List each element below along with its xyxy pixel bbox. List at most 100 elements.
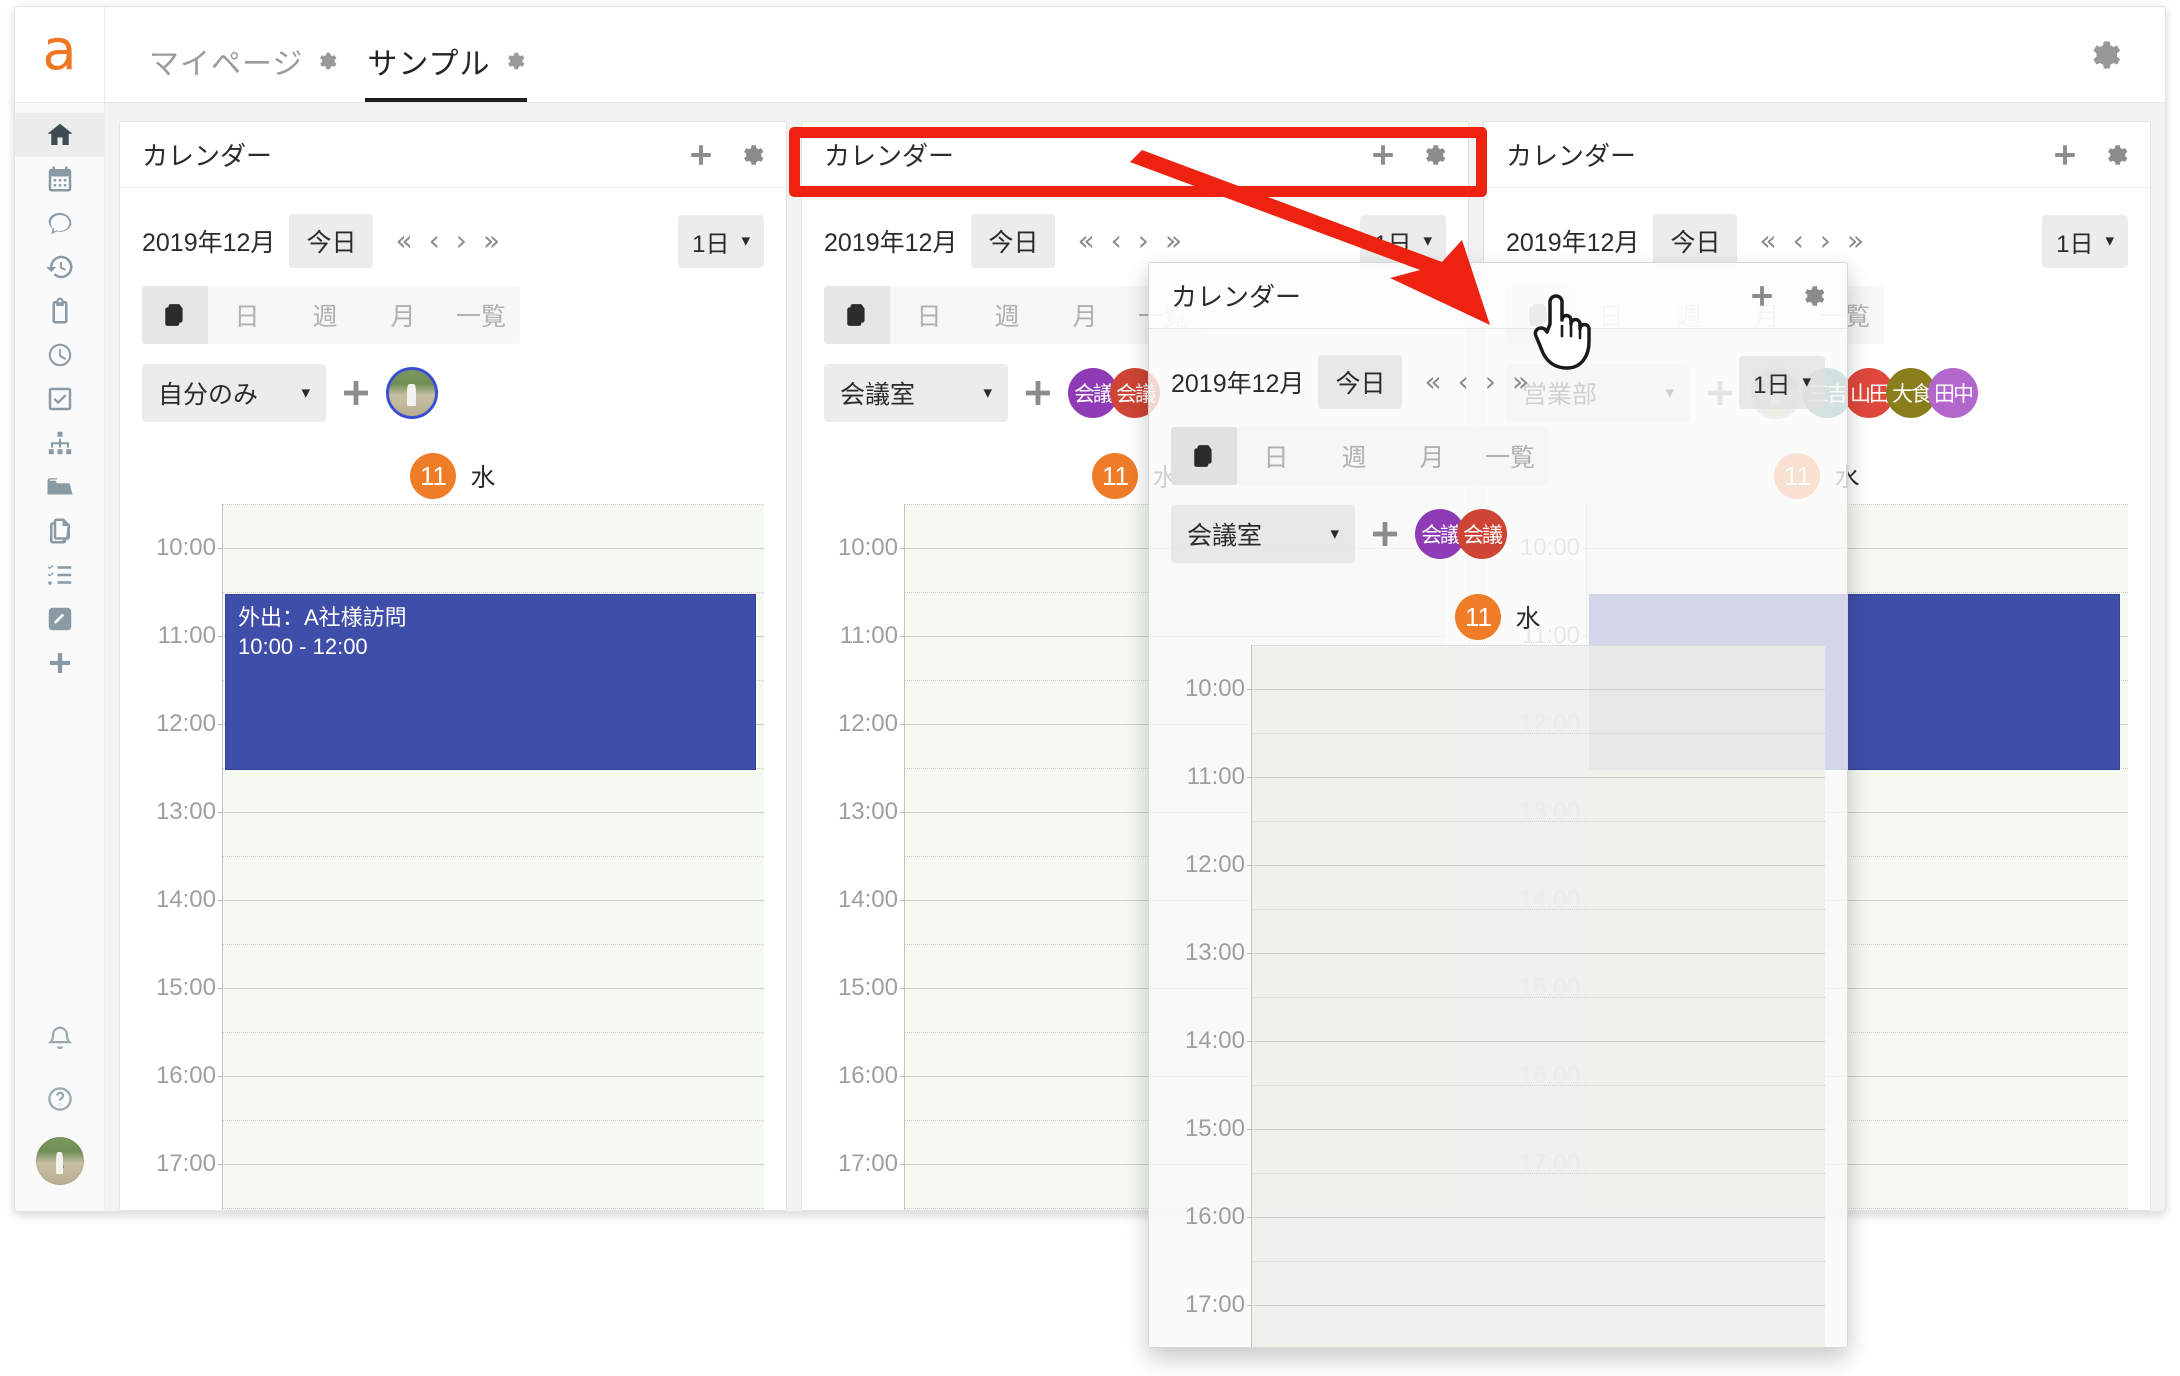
- panel-1-tab-list[interactable]: 一覧: [442, 286, 520, 344]
- panel-1-first-icon[interactable]: «: [395, 227, 412, 255]
- time-tick: 14:00: [155, 886, 229, 913]
- drag-panel-range-select[interactable]: 1日 ▾: [1739, 355, 1825, 409]
- sidebar-item-calendar[interactable]: [15, 157, 105, 201]
- panel-2-header[interactable]: カレンダー: [802, 122, 1468, 188]
- panel-3-add-icon[interactable]: [2052, 142, 2078, 168]
- half-hour-gridline: [1252, 645, 1825, 646]
- panel-3-today-button[interactable]: 今日: [1653, 214, 1738, 268]
- drag-panel-time-slots[interactable]: [1251, 645, 1825, 1347]
- panel-1-filter-select[interactable]: 自分のみ ▾: [142, 364, 326, 422]
- sidebar-item-edit[interactable]: [15, 597, 105, 641]
- half-hour-gridline: [1252, 821, 1825, 822]
- drag-panel-next-icon[interactable]: ›: [1485, 368, 1496, 396]
- panel-1-time-slots[interactable]: 外出：A社様訪問 10:00 - 12:00: [222, 504, 764, 1210]
- panel-2-first-icon[interactable]: «: [1077, 227, 1094, 255]
- panel-1-tab-day[interactable]: 日: [208, 286, 286, 344]
- drag-panel-tab-combined[interactable]: [1171, 427, 1237, 485]
- panel-3-last-icon[interactable]: »: [1847, 227, 1864, 255]
- panel-2-tab-month[interactable]: 月: [1046, 286, 1124, 344]
- tab-sample-gear-icon[interactable]: [503, 50, 525, 72]
- panel-1-today-button[interactable]: 今日: [289, 214, 374, 268]
- panel-2-filter-select[interactable]: 会議室 ▾: [824, 364, 1008, 422]
- panel-3-header[interactable]: カレンダー: [1484, 122, 2150, 188]
- panel-2-tab-combined[interactable]: [824, 286, 890, 344]
- half-hour-gridline: [1252, 909, 1825, 910]
- drag-panel-settings-gear-icon[interactable]: [1799, 283, 1825, 309]
- panel-1-range-select[interactable]: 1日 ▾: [678, 214, 764, 268]
- time-tick: 12:00: [155, 710, 229, 737]
- drag-panel-tab-week[interactable]: 週: [1315, 427, 1393, 485]
- calendar-icon: [48, 166, 71, 192]
- drag-panel-filter-select[interactable]: 会議室 ▾: [1171, 505, 1355, 563]
- panel-3-prev-icon[interactable]: ‹: [1793, 227, 1804, 255]
- drag-panel-add-icon[interactable]: [1749, 283, 1775, 309]
- panel-2-add-member-icon[interactable]: [1022, 377, 1054, 409]
- sidebar-item-documents[interactable]: [15, 509, 105, 553]
- panel-2-settings-gear-icon[interactable]: [1420, 142, 1446, 168]
- sidebar-user-avatar[interactable]: [35, 1137, 84, 1185]
- panel-2-tab-day[interactable]: 日: [890, 286, 968, 344]
- drag-panel-first-icon[interactable]: «: [1424, 368, 1441, 396]
- sidebar-item-add[interactable]: [15, 641, 105, 685]
- clipboard-icon: [52, 297, 67, 324]
- panel-2-today-button[interactable]: 今日: [971, 214, 1056, 268]
- panel-1-tab-week[interactable]: 週: [286, 286, 364, 344]
- panel-1-next-icon[interactable]: ›: [456, 227, 467, 255]
- panel-3-settings-gear-icon[interactable]: [2102, 142, 2128, 168]
- drag-panel-last-icon[interactable]: »: [1512, 368, 1529, 396]
- panel-1-tab-combined[interactable]: [142, 286, 208, 344]
- panel-2-add-icon[interactable]: [1370, 142, 1396, 168]
- panel-2-tab-week[interactable]: 週: [968, 286, 1046, 344]
- half-hour-gridline: [223, 592, 764, 593]
- sidebar-item-clock[interactable]: [15, 333, 105, 377]
- checklist-icon: [47, 565, 71, 585]
- sidebar-item-org-chart[interactable]: [15, 421, 105, 465]
- drag-panel-tab-list[interactable]: 一覧: [1471, 427, 1549, 485]
- drag-panel-tab-day[interactable]: 日: [1237, 427, 1315, 485]
- sidebar-item-chat[interactable]: [15, 201, 105, 245]
- panel-1-chip-self-avatar[interactable]: [386, 367, 438, 419]
- history-icon: [45, 255, 73, 279]
- sidebar-item-history[interactable]: [15, 245, 105, 289]
- app-logo[interactable]: a: [15, 7, 105, 102]
- panel-1-settings-gear-icon[interactable]: [738, 142, 764, 168]
- drag-panel-header[interactable]: カレンダー: [1149, 263, 1847, 329]
- tab-mypage-gear-icon[interactable]: [315, 50, 337, 72]
- panel-1-header[interactable]: カレンダー: [120, 122, 786, 188]
- panel-1-event[interactable]: 外出：A社様訪問 10:00 - 12:00: [225, 594, 756, 770]
- panel-2-last-icon[interactable]: »: [1165, 227, 1182, 255]
- panel-1-add-member-icon[interactable]: [340, 377, 372, 409]
- panel-1-add-icon[interactable]: [688, 142, 714, 168]
- drag-panel-tab-month[interactable]: 月: [1393, 427, 1471, 485]
- panel-3-next-icon[interactable]: ›: [1820, 227, 1831, 255]
- drag-panel-today-button[interactable]: 今日: [1318, 355, 1403, 409]
- drag-panel-prev-icon[interactable]: ‹: [1458, 368, 1469, 396]
- panel-2-next-icon[interactable]: ›: [1138, 227, 1149, 255]
- panel-1-last-icon[interactable]: »: [483, 227, 500, 255]
- tab-sample[interactable]: サンプル: [361, 7, 548, 102]
- dragged-calendar-panel[interactable]: カレンダー 2019年12月 今日 « ‹ › » 1日 ▾ 日 週 月 一覧 …: [1148, 262, 1848, 1348]
- half-hour-gridline: [1252, 1173, 1825, 1174]
- panel-2-range-select[interactable]: 1日 ▾: [1360, 214, 1446, 268]
- sidebar-item-folder[interactable]: [15, 465, 105, 509]
- time-tick: 17:00: [155, 1150, 229, 1177]
- panel-2-date-toolbar: 2019年12月 今日 « ‹ › » 1日 ▾: [824, 214, 1446, 268]
- panel-3-range-select[interactable]: 1日 ▾: [2042, 214, 2128, 268]
- sidebar-item-checklist[interactable]: [15, 553, 105, 597]
- sidebar-item-tasks[interactable]: [15, 377, 105, 421]
- panel-1-tab-month[interactable]: 月: [364, 286, 442, 344]
- sidebar-item-help[interactable]: [15, 1077, 105, 1121]
- panel-3-chip-tanaka[interactable]: 田中: [1928, 368, 1978, 418]
- tab-mypage[interactable]: マイページ: [143, 7, 361, 102]
- drag-panel-chip-room-2[interactable]: 会議: [1457, 509, 1507, 559]
- sidebar-item-home[interactable]: [15, 113, 105, 157]
- app-settings-gear-icon[interactable]: [2085, 37, 2121, 73]
- drag-panel-add-member-icon[interactable]: [1369, 518, 1401, 550]
- panel-1-prev-icon[interactable]: ‹: [429, 227, 440, 255]
- sidebar-item-clipboard[interactable]: [15, 289, 105, 333]
- panel-3-first-icon[interactable]: «: [1759, 227, 1776, 255]
- bell-icon: [47, 1026, 72, 1050]
- edit-pencil-icon: [48, 607, 71, 631]
- panel-2-prev-icon[interactable]: ‹: [1111, 227, 1122, 255]
- sidebar-item-notifications[interactable]: [15, 1017, 105, 1061]
